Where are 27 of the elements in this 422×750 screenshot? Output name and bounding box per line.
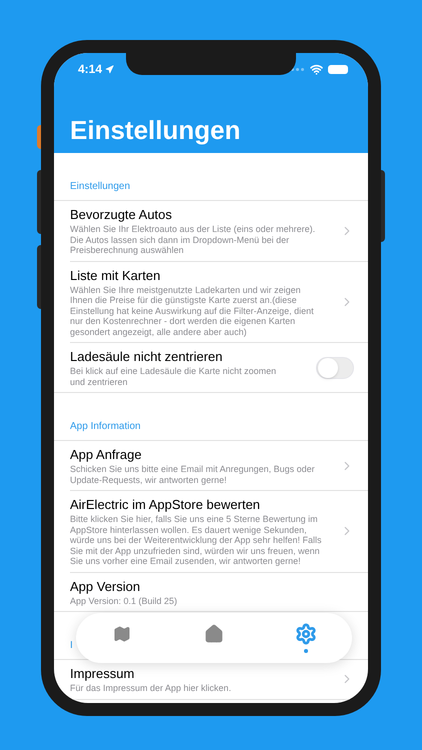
row-description: Wählen Sie Ihr Elektroauto aus der Liste (eins oder mehrere). Die Autos lassen sich dann im Dropdown-Menü bei der Preisberechnung auswählen [70,224,316,256]
page-title: Einstellungen [70,114,242,147]
section-header: I [70,640,73,651]
row-title: App Version [70,578,142,594]
settings-icon [295,623,317,645]
status-time: 4:14 [78,61,102,78]
row-title: App Anfrage [70,446,143,463]
map-icon [113,625,131,643]
row-description: App Version: 0.1 (Build 25) [70,596,178,606]
wifi-icon [310,62,323,76]
row-description: Für das Impressum der App hier klicken. [70,683,232,694]
row-description: Schicken Sie uns bitte eine Email mit Anregungen, Bugs oder Update-Requests, wir antworten gerne! [70,464,316,485]
row-description: Wählen Sie Ihre meistgenutzte Ladekarten und wir zeigen Ihnen die Preise für die günstigste Karte zuerst an.(diese Einstellung hat keine Auswirkung auf die Filter-Anzeige, dient nur den Kostenrechner - dort werden die eigenen Karten gesondert angezeigt, alle andere aber auch) [70,284,315,337]
toggle-knob [318,358,338,378]
row-title: Bevorzugte Autos [70,206,173,223]
row-description: Bei klick auf eine Ladesäule die Karte nicht zoomen und zentrieren [70,366,278,387]
row-title: Ladesäule nicht zentrieren [70,348,224,365]
section-header: App Information [70,421,141,432]
row-title: AirElectric im AppStore bewerten [70,496,262,513]
row-description: Bitte klicken Sie hier, falls Sie uns eine 5 Sterne Bewertung im AppStore hinterlassen wollen. Es dauert wenige Sekunden, würde uns bei der Weiterentwicklung der App sehr helfen! Falls Sie mit der App unzufrieden sind, würden wir uns freuen, wenn Sie uns vorher eine Email zusenden, wir antworten gerne! [70,514,322,566]
row-title: Impressum [70,665,136,682]
home-icon [204,624,224,644]
section-header: Einstellungen [70,181,130,192]
row-title: Liste mit Karten [70,266,162,284]
battery-icon [328,64,348,74]
toggle-switch[interactable] [316,356,354,378]
location-icon [105,64,114,74]
